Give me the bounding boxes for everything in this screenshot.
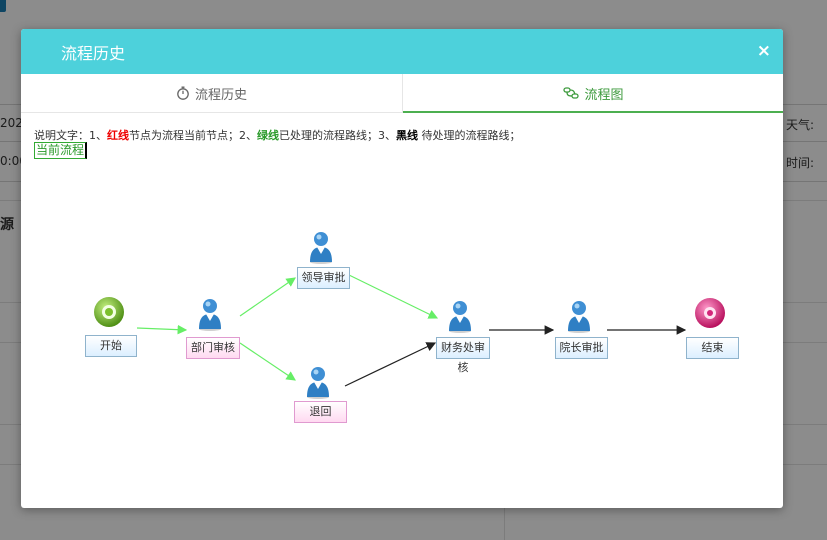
- person-node-icon[interactable]: [565, 298, 593, 334]
- person-node-icon[interactable]: [304, 364, 332, 400]
- line-start-to-dept: [136, 324, 188, 335]
- node-label-start[interactable]: 开始: [85, 335, 137, 357]
- flow-history-dialog: 流程历史 × 流程历史 流程图 说明文字：1、红线节点为流程当前节点；2、绿线已…: [21, 29, 783, 508]
- node-label-finance-review[interactable]: 财务处审核: [436, 337, 490, 374]
- person-node-icon[interactable]: [307, 229, 335, 265]
- line-dept-to-return: [239, 342, 296, 381]
- line-return-to-finance: [344, 342, 437, 387]
- node-label-return[interactable]: 退回: [294, 401, 347, 423]
- start-node-icon[interactable]: [93, 295, 125, 329]
- node-label-dean-approval[interactable]: 院长审批: [555, 337, 608, 359]
- person-node-icon[interactable]: [446, 298, 474, 334]
- node-label-end[interactable]: 结束: [686, 337, 739, 359]
- node-label-leader-approval[interactable]: 领导审批: [297, 267, 350, 289]
- line-dept-to-leader: [239, 277, 296, 317]
- line-leader-to-finance: [348, 274, 439, 319]
- flow-connections: [136, 274, 687, 387]
- end-node-icon[interactable]: [694, 296, 726, 330]
- person-node-icon[interactable]: [196, 296, 224, 332]
- node-label-dept-review[interactable]: 部门审核: [186, 337, 240, 359]
